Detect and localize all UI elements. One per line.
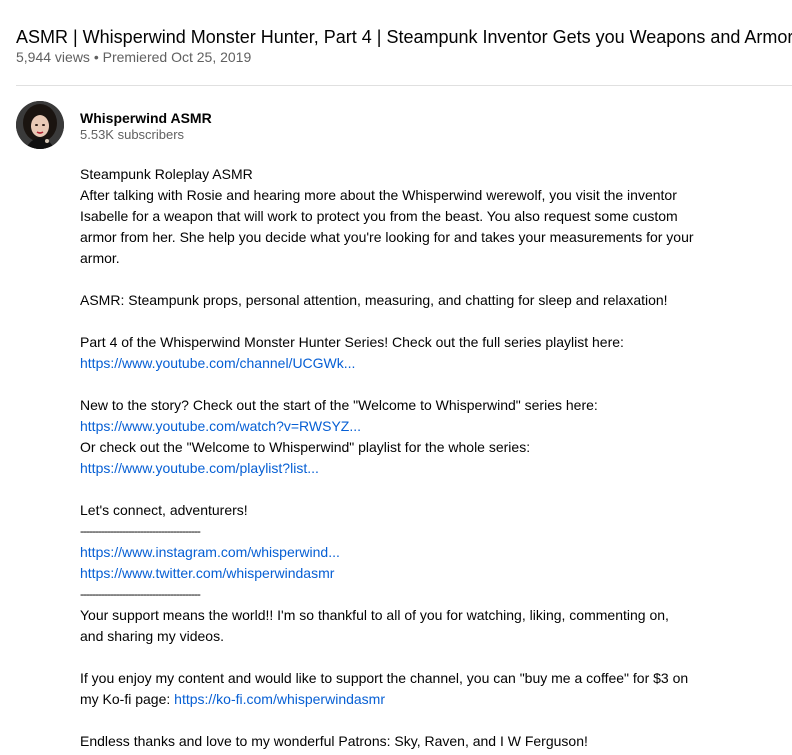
kofi-prefix: my Ko-fi page:	[80, 691, 175, 707]
channel-playlist-link[interactable]: https://www.youtube.com/channel/UCGWk...	[80, 355, 355, 371]
description-line: Endless thanks and love to my wonderful …	[80, 733, 588, 749]
separator-line: ----------------------------------------	[80, 587, 201, 601]
description-line: After talking with Rosie and hearing mor…	[80, 187, 677, 203]
playlist-link[interactable]: https://www.youtube.com/playlist?list...	[80, 460, 319, 476]
description-line: New to the story? Check out the start of…	[80, 397, 598, 413]
description-line: Or check out the "Welcome to Whisperwind…	[80, 439, 531, 455]
description-line: Your support means the world!! I'm so th…	[80, 607, 669, 623]
channel-name-link[interactable]: Whisperwind ASMR	[80, 108, 212, 128]
description-line: armor from her. She help you decide what…	[80, 229, 694, 245]
instagram-link[interactable]: https://www.instagram.com/whisperwind...	[80, 544, 340, 560]
description-line: ASMR: Steampunk props, personal attentio…	[80, 292, 668, 308]
twitter-link[interactable]: https://www.twitter.com/whisperwindasmr	[80, 565, 334, 581]
watch-video-link[interactable]: https://www.youtube.com/watch?v=RWSYZ...	[80, 418, 361, 434]
avatar-image	[16, 101, 64, 149]
video-description: Steampunk Roleplay ASMR After talking wi…	[80, 164, 720, 752]
kofi-link[interactable]: https://ko-fi.com/whisperwindasmr	[174, 691, 385, 707]
description-line: and sharing my videos.	[80, 628, 224, 644]
description-line: Let's connect, adventurers!	[80, 502, 248, 518]
channel-avatar[interactable]	[16, 101, 64, 149]
description-line: my Ko-fi page: https://ko-fi.com/whisper…	[80, 689, 720, 710]
description-line: If you enjoy my content and would like t…	[80, 670, 689, 686]
subscriber-count: 5.53K subscribers	[80, 127, 185, 142]
description-line: Isabelle for a weapon that will work to …	[80, 208, 678, 224]
video-stats: 5,944 views • Premiered Oct 25, 2019	[16, 49, 252, 65]
description-line: Part 4 of the Whisperwind Monster Hunter…	[80, 334, 624, 350]
divider	[16, 85, 792, 86]
separator-line: ----------------------------------------	[80, 524, 201, 538]
description-line: Steampunk Roleplay ASMR	[80, 166, 253, 182]
description-line: armor.	[80, 250, 120, 266]
